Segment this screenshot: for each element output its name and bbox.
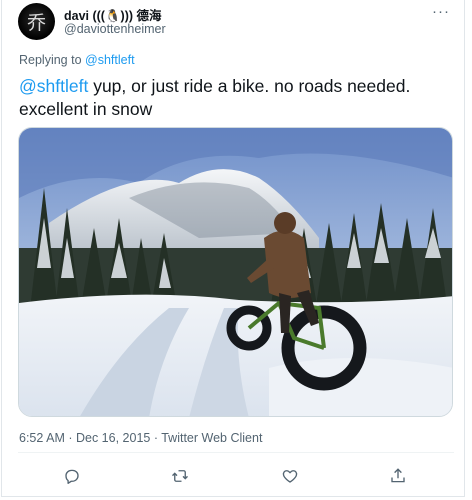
tweet-meta: 6:52 AM · Dec 16, 2015 · Twitter Web Cli…	[19, 431, 262, 445]
tweet-photo[interactable]	[18, 127, 453, 417]
tweet-date[interactable]: Dec 16, 2015	[76, 431, 150, 445]
tweet-actions	[2, 462, 466, 490]
tweet-client: Twitter Web Client	[161, 431, 263, 445]
retweet-icon	[172, 470, 188, 482]
reply-target-link[interactable]: @shftleft	[85, 53, 135, 67]
actions-divider	[18, 452, 454, 453]
reply-button[interactable]	[58, 462, 86, 490]
like-icon	[282, 470, 298, 483]
reply-context: Replying to @shftleft	[19, 53, 135, 67]
tweet-text: @shftleft yup, or just ride a bike. no r…	[19, 75, 439, 121]
share-button[interactable]	[384, 462, 412, 490]
author-handle[interactable]: @daviottenheimer	[64, 22, 166, 36]
author-avatar[interactable]: 乔	[18, 3, 55, 40]
tweet-card: 乔 davi (((🐧))) 德海 @daviottenheimer ··· R…	[1, 0, 465, 497]
retweet-button[interactable]	[166, 462, 194, 490]
tweet-mention-link[interactable]: @shftleft	[19, 76, 88, 96]
reply-icon	[65, 469, 79, 484]
more-options-icon[interactable]: ···	[432, 3, 450, 20]
avatar-glyph: 乔	[26, 12, 46, 34]
meta-separator: ·	[64, 431, 76, 445]
share-icon	[391, 468, 405, 483]
meta-separator: ·	[150, 431, 162, 445]
tweet-time[interactable]: 6:52 AM	[19, 431, 65, 445]
like-button[interactable]	[276, 462, 304, 490]
snow-bike-photo	[19, 128, 452, 416]
reply-context-prefix: Replying to	[19, 53, 82, 67]
